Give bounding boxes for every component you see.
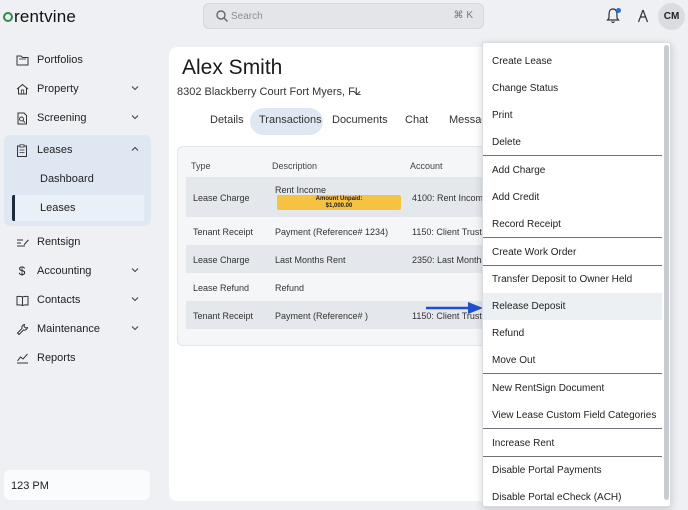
signature-icon [15,235,29,249]
sidebar-footer[interactable]: 123 PM [4,470,150,500]
sidebar-item-portfolios[interactable]: Portfolios [6,48,150,72]
menu-item-release-deposit[interactable]: Release Deposit [483,293,662,320]
menu-item-increase-rent[interactable]: Increase Rent [483,430,662,457]
menu-item-create-work-order[interactable]: Create Work Order [483,239,662,266]
menu-item-delete[interactable]: Delete [483,129,662,156]
row-description: Payment (Reference# ) [275,311,369,321]
menu-item-move-out[interactable]: Move Out [483,347,662,374]
dollar-icon: $ [18,264,26,278]
tab-documents[interactable]: Documents [332,114,388,126]
top-bar: rentvine Search ⌘ K CM [0,0,688,34]
folder-icon [15,53,29,67]
menu-item-record-receipt[interactable]: Record Receipt [483,211,662,238]
tab-transactions[interactable]: Transactions [259,114,322,126]
row-description: Rent Income [275,185,327,195]
menu-item-transfer-deposit[interactable]: Transfer Deposit to Owner Held [483,266,662,293]
sidebar-item-property[interactable]: Property [6,77,150,101]
avatar[interactable]: CM [658,3,685,30]
book-icon [15,293,29,307]
amount-unpaid-badge: Amount Unpaid: $1,000.00 [277,195,401,210]
sidebar-item-label: Reports [37,352,76,364]
column-header-type: Type [191,161,211,171]
chevron-up-icon [131,146,139,151]
sidebar-item-rentsign[interactable]: Rentsign [6,230,150,254]
accessibility-icon[interactable] [636,8,650,24]
sidebar-item-label: Accounting [37,265,92,277]
notification-dot [616,8,621,13]
sidebar-item-label: Leases [37,144,73,156]
tab-details[interactable]: Details [210,114,244,126]
menu-item-create-lease[interactable]: Create Lease [483,48,662,75]
row-type: Lease Refund [193,283,250,293]
sidebar-item-contacts[interactable]: Contacts [6,288,150,312]
row-description: Payment (Reference# 1234) [275,227,389,237]
wrench-icon [15,322,29,336]
row-type: Lease Charge [193,255,250,265]
menu-item-disable-portal-echeck[interactable]: Disable Portal eCheck (ACH) Payments [483,484,662,506]
menu-item-refund[interactable]: Refund [483,320,662,347]
sidebar-item-label: Portfolios [37,54,83,66]
chevron-down-icon [131,326,139,331]
clipboard-icon [15,143,29,157]
tenant-name: Alex Smith [182,56,283,79]
column-header-account: Account [410,161,443,171]
logo-icon [3,12,13,22]
sidebar-item-label: Property [37,83,79,95]
row-account: 1150: Client Trust A [412,227,490,237]
chart-icon [15,351,29,365]
home-icon [15,82,29,96]
screening-icon [15,111,29,125]
sidebar-item-label: Rentsign [37,236,81,248]
chevron-down-icon [131,86,139,91]
row-description: Last Months Rent [275,255,346,265]
sidebar-item-label: Screening [37,112,87,124]
badge-amount: $1,000.00 [325,203,353,209]
chevron-down-icon [131,297,139,302]
sub-item-active-indicator [12,195,144,221]
chevron-down-icon [131,268,139,273]
brand-name: rentvine [14,7,77,26]
search-placeholder: Search [231,11,263,22]
actions-menu: Create Lease Change Status Print Delete … [482,42,671,507]
sidebar-item-accounting[interactable]: $ Accounting [6,259,150,283]
search-icon [216,10,228,22]
menu-item-add-credit[interactable]: Add Credit [483,184,662,211]
badge-label: Amount Unpaid: [315,196,363,202]
column-header-description: Description [272,161,318,171]
sidebar-item-label: Maintenance [37,323,100,335]
menu-item-view-custom-field-categories[interactable]: View Lease Custom Field Categories [483,402,662,429]
menu-scrollbar[interactable] [664,45,669,500]
row-account: 4100: Rent Income [412,193,489,203]
menu-item-print[interactable]: Print [483,102,662,129]
arrow-pointer-icon [426,302,483,314]
menu-item-add-charge[interactable]: Add Charge [483,157,662,184]
sidebar-subitem-leases[interactable]: Leases [40,202,75,214]
menu-item-disable-portal-payments[interactable]: Disable Portal Payments [483,457,662,484]
sidebar-item-leases[interactable]: Leases [6,138,150,162]
property-address[interactable]: 8302 Blackberry Court Fort Myers, FL [177,86,361,98]
sidebar-item-reports[interactable]: Reports [6,346,150,370]
menu-item-change-status[interactable]: Change Status [483,75,662,102]
chevron-down-icon [131,115,139,120]
chevron-down-icon[interactable] [352,88,362,98]
row-type: Tenant Receipt [193,227,254,237]
row-type: Tenant Receipt [193,311,254,321]
search-input[interactable]: Search ⌘ K [203,3,484,29]
menu-item-new-rentsign-document[interactable]: New RentSign Document [483,375,662,402]
sidebar-item-maintenance[interactable]: Maintenance [6,317,150,341]
tab-chat[interactable]: Chat [405,114,428,126]
search-shortcut: ⌘ K [453,10,473,21]
brand-logo[interactable]: rentvine [3,7,76,27]
row-description: Refund [275,283,305,293]
sidebar-item-screening[interactable]: Screening [6,106,150,130]
sidebar-subitem-dashboard[interactable]: Dashboard [40,173,94,185]
sidebar-item-label: Contacts [37,294,81,306]
row-type: Lease Charge [193,193,250,203]
